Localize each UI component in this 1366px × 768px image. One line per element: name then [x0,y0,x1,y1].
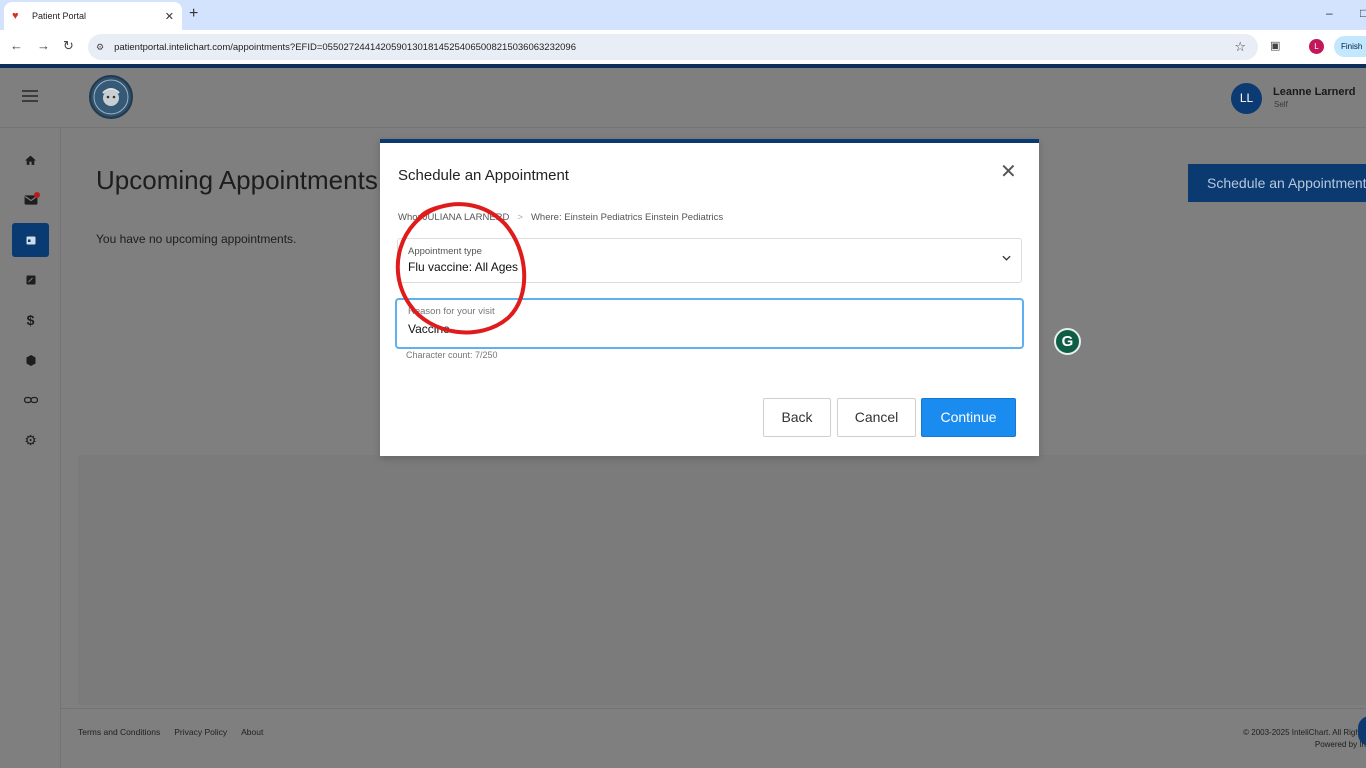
url-text: patientportal.intelichart.com/appointmen… [114,41,577,53]
browser-tab-bar: ♥ Patient Portal ✕ + – □ [0,0,1366,30]
breadcrumb-who[interactable]: Who: JULIANA LARNERD [398,212,509,223]
reason-for-visit-label: Reason for your visit [408,306,495,317]
empty-state-message: You have no upcoming appointments. [96,232,297,246]
footer-links: Terms and Conditions Privacy Policy Abou… [78,727,263,737]
minimize-button[interactable]: – [1326,6,1333,20]
mail-icon[interactable] [12,183,49,217]
privacy-link[interactable]: Privacy Policy [174,727,227,737]
back-button[interactable]: Back [763,398,831,437]
finish-update-button[interactable]: Finish [1334,36,1366,57]
billing-icon[interactable]: $ [12,303,49,337]
health-record-icon[interactable] [12,343,49,377]
maximize-button[interactable]: □ [1360,6,1366,20]
footer-divider [61,708,1366,709]
content-panel [78,455,1366,705]
einstein-pediatrics-logo[interactable] [89,75,133,119]
footer-copyright: © 2003-2025 InteliChart. All Rights Powe… [1190,727,1366,751]
cancel-button[interactable]: Cancel [837,398,916,437]
user-avatar[interactable]: LL [1231,83,1262,114]
schedule-appointment-dialog: Schedule an Appointment ✕ Who: JULIANA L… [380,139,1039,456]
user-name[interactable]: Leanne Larnerd [1273,86,1356,98]
page-title: Upcoming Appointments [96,165,378,195]
site-info-icon[interactable]: ⚙ [96,42,104,53]
continue-button[interactable]: Continue [921,398,1016,437]
character-count: Character count: 7/250 [406,350,498,360]
browser-tab[interactable]: ♥ Patient Portal ✕ [4,2,182,30]
extension-icon[interactable]: ▣ [1270,39,1280,52]
reload-icon[interactable]: ↻ [63,38,74,54]
calendar-icon[interactable] [12,223,49,257]
back-arrow-icon[interactable]: ← [10,38,23,53]
address-bar[interactable]: ⚙ patientportal.intelichart.com/appointm… [88,34,1258,60]
user-relation: Self [1274,100,1288,109]
tab-close-icon[interactable]: ✕ [165,10,174,23]
breadcrumb-where[interactable]: Where: Einstein Pediatrics Einstein Pedi… [531,212,723,223]
appointment-type-select[interactable]: Appointment type Flu vaccine: All Ages [397,238,1022,283]
schedule-appointment-button[interactable]: Schedule an Appointment [1188,164,1366,202]
about-link[interactable]: About [241,727,263,737]
app-header: LL Leanne Larnerd Self [0,68,1366,128]
copyright-text: © 2003-2025 InteliChart. All Rights [1243,728,1366,737]
tasks-icon[interactable] [12,263,49,297]
home-icon[interactable] [12,143,49,177]
tab-title: Patient Portal [32,11,87,21]
new-tab-button[interactable]: + [189,5,198,23]
appointment-type-value: Flu vaccine: All Ages [408,260,519,274]
reason-for-visit-input[interactable] [408,322,998,336]
terms-link[interactable]: Terms and Conditions [78,727,160,737]
chevron-right-icon: > [517,212,523,223]
hamburger-menu-icon[interactable] [22,90,38,102]
bookmark-star-icon[interactable]: ☆ [1234,39,1246,55]
chevron-down-icon [1002,253,1011,264]
close-icon[interactable]: ✕ [1000,159,1017,184]
profile-avatar[interactable]: L [1309,39,1324,54]
link-icon[interactable] [12,383,49,417]
settings-icon[interactable]: ⚙ [12,423,49,457]
appointment-type-label: Appointment type [408,246,482,257]
unread-indicator-dot [34,192,40,198]
dialog-title: Schedule an Appointment [398,167,569,184]
breadcrumb: Who: JULIANA LARNERD > Where: Einstein Ped… [398,212,723,223]
heart-favicon-icon: ♥ [12,10,19,22]
grammarly-icon[interactable]: G [1054,328,1081,355]
side-navigation: $ ⚙ [0,128,61,768]
reason-for-visit-field[interactable]: Reason for your visit [395,298,1024,349]
forward-arrow-icon[interactable]: → [37,38,50,53]
powered-by-text: Powered by In [1314,740,1366,749]
browser-toolbar: ← → ↻ ⚙ patientportal.intelichart.com/ap… [0,30,1366,64]
